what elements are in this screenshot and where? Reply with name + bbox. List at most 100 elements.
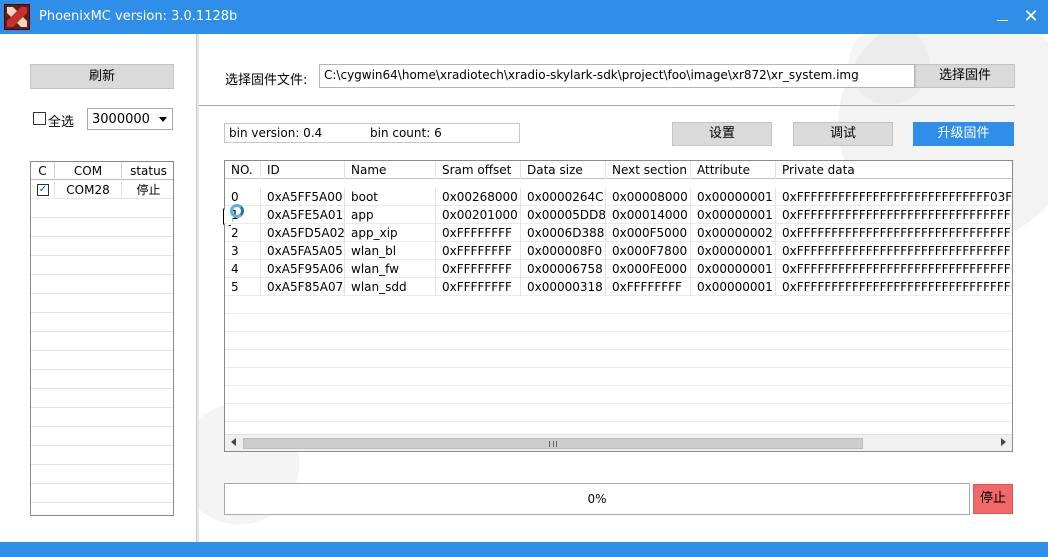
empty-row bbox=[31, 257, 173, 275]
cell-next-section: 0x000FE000 bbox=[606, 260, 691, 278]
choose-firmware-button[interactable]: 选择固件 bbox=[915, 64, 1015, 88]
cell-next-section: 0x00008000 bbox=[606, 188, 691, 206]
chevron-down-icon bbox=[159, 117, 167, 122]
table-row[interactable]: 2 0xA5FD5A02 app_xip 0xFFFFFFFF 0x0006D3… bbox=[225, 224, 1012, 242]
cell-no: 5 bbox=[225, 278, 261, 296]
bin-info-box: bin version: 0.4 bin count: 6 bbox=[224, 123, 520, 143]
col-header-private-data[interactable]: Private data bbox=[776, 161, 1012, 179]
com-port-table: C COM status ✓ COM28 停止 bbox=[30, 161, 174, 516]
empty-row bbox=[225, 314, 1012, 332]
cell-next-section: 0x00014000 bbox=[606, 206, 691, 224]
upgrade-firmware-button[interactable]: 升级固件 bbox=[913, 122, 1014, 146]
cell-no: 4 bbox=[225, 260, 261, 278]
table-row[interactable]: 3 0xA5FA5A05 wlan_bl 0xFFFFFFFF 0x000008… bbox=[225, 242, 1012, 260]
empty-row bbox=[31, 409, 173, 427]
com-row[interactable]: ✓ COM28 停止 bbox=[31, 181, 173, 199]
firmware-panel: 选择固件文件: C:\cygwin64\home\xradiotech\xrad… bbox=[199, 34, 1048, 542]
cell-data-size: 0x0000264C bbox=[521, 188, 606, 206]
cell-next-section: 0x000F5000 bbox=[606, 224, 691, 242]
col-header-id[interactable]: ID bbox=[261, 161, 345, 179]
cell-data-size: 0x00006758 bbox=[521, 260, 606, 278]
bin-version: bin version: 0.4 bbox=[229, 126, 323, 140]
upgrade-progress-bar: 0% bbox=[224, 483, 970, 515]
cell-attribute: 0x00000001 bbox=[691, 260, 776, 278]
app-logo-icon bbox=[4, 4, 30, 30]
title-bar: PhoenixMC version: 3.0.1128b ✕ bbox=[0, 0, 1048, 34]
bin-count: bin count: 6 bbox=[370, 126, 442, 140]
empty-row bbox=[31, 428, 173, 446]
busy-spinner-icon bbox=[230, 204, 244, 218]
col-header-check[interactable]: C bbox=[31, 162, 55, 180]
col-header-sram-offset[interactable]: Sram offset bbox=[436, 161, 521, 179]
col-header-name[interactable]: Name bbox=[345, 161, 436, 179]
section-divider bbox=[199, 105, 1015, 106]
empty-row bbox=[31, 238, 173, 256]
cell-no: 2 bbox=[225, 224, 261, 242]
stop-button[interactable]: 停止 bbox=[973, 484, 1013, 514]
firmware-path-field[interactable]: C:\cygwin64\home\xradiotech\xradio-skyla… bbox=[319, 64, 915, 88]
scroll-right-icon[interactable] bbox=[1001, 438, 1006, 446]
baud-rate-select[interactable]: 3000000 bbox=[87, 108, 173, 130]
com-row-checkbox[interactable]: ✓ bbox=[37, 184, 49, 196]
empty-row bbox=[31, 485, 173, 503]
empty-row bbox=[31, 447, 173, 465]
empty-row bbox=[225, 350, 1012, 368]
horizontal-scrollbar[interactable] bbox=[225, 434, 1012, 451]
cell-no: 0 bbox=[225, 188, 261, 206]
empty-row bbox=[31, 276, 173, 294]
debug-button[interactable]: 调试 bbox=[793, 122, 893, 146]
cell-data-size: 0x00000318 bbox=[521, 278, 606, 296]
col-header-no[interactable]: NO. bbox=[225, 161, 261, 179]
window-title: PhoenixMC version: 3.0.1128b bbox=[39, 9, 238, 24]
empty-row bbox=[31, 314, 173, 332]
com-row-check-cell: ✓ bbox=[31, 181, 55, 199]
cell-data-size: 0x0006D388 bbox=[521, 224, 606, 242]
cell-sram-offset: 0xFFFFFFFF bbox=[436, 278, 521, 296]
cell-next-section: 0x000F7800 bbox=[606, 242, 691, 260]
col-header-data-size[interactable]: Data size bbox=[521, 161, 606, 179]
cell-private-data: 0xFFFFFFFFFFFFFFFFFFFFFFFFFFFF03FC001 bbox=[782, 190, 1012, 204]
col-header-com[interactable]: COM bbox=[55, 162, 122, 180]
select-all-label: 全选 bbox=[48, 115, 75, 130]
cell-id: 0xA5F95A06 bbox=[261, 260, 345, 278]
cell-private-data: 0xFFFFFFFFFFFFFFFFFFFFFFFFFFFFFFFFFFFF bbox=[782, 208, 1012, 222]
cell-attribute: 0x00000001 bbox=[691, 206, 776, 224]
close-button[interactable]: ✕ bbox=[1020, 6, 1042, 28]
cell-id: 0xA5FF5A00 bbox=[261, 188, 345, 206]
col-header-status[interactable]: status bbox=[122, 162, 173, 180]
cell-sram-offset: 0xFFFFFFFF bbox=[436, 224, 521, 242]
empty-row bbox=[225, 386, 1012, 404]
firmware-file-label: 选择固件文件: bbox=[225, 73, 308, 88]
table-row[interactable]: 5 0xA5F85A07 wlan_sdd 0xFFFFFFFF 0x00000… bbox=[225, 278, 1012, 296]
table-row[interactable]: 0 0xA5FF5A00 boot 0x00268000 0x0000264C … bbox=[225, 188, 1012, 206]
empty-row bbox=[225, 296, 1012, 314]
minimize-button[interactable] bbox=[992, 6, 1014, 28]
baud-rate-value: 3000000 bbox=[92, 112, 150, 127]
cell-id: 0xA5FA5A05 bbox=[261, 242, 345, 260]
cell-private-data: 0xFFFFFFFFFFFFFFFFFFFFFFFFFFFFFFFFFFFF bbox=[782, 280, 1012, 294]
col-header-next-section[interactable]: Next section bbox=[606, 161, 691, 179]
select-all-checkbox[interactable] bbox=[33, 112, 46, 125]
empty-row bbox=[225, 368, 1012, 386]
cell-no: 3 bbox=[225, 242, 261, 260]
status-bar bbox=[0, 542, 1048, 557]
com-port-name: COM28 bbox=[55, 181, 122, 199]
cell-next-section: 0xFFFFFFFF bbox=[606, 278, 691, 296]
table-row[interactable]: 4 0xA5F95A06 wlan_fw 0xFFFFFFFF 0x000067… bbox=[225, 260, 1012, 278]
empty-row bbox=[31, 352, 173, 370]
com-table-header: C COM status bbox=[31, 162, 173, 180]
refresh-button[interactable]: 刷新 bbox=[30, 64, 174, 89]
settings-button[interactable]: 设置 bbox=[672, 122, 772, 146]
cell-attribute: 0x00000001 bbox=[691, 242, 776, 260]
table-row[interactable]: 1 0xA5FE5A01 app 0x00201000 0x00005DD8 0… bbox=[225, 206, 1012, 224]
col-header-attribute[interactable]: Attribute bbox=[691, 161, 776, 179]
cell-id: 0xA5FE5A01 bbox=[261, 206, 345, 224]
empty-row bbox=[31, 333, 173, 351]
empty-row bbox=[31, 371, 173, 389]
cell-private-data: 0xFFFFFFFFFFFFFFFFFFFFFFFFFFFFFFFFFFFF bbox=[782, 226, 1012, 240]
empty-row bbox=[31, 295, 173, 313]
progress-text: 0% bbox=[587, 492, 607, 506]
scroll-left-icon[interactable] bbox=[231, 438, 236, 446]
scrollbar-thumb[interactable] bbox=[243, 438, 863, 449]
cell-id: 0xA5F85A07 bbox=[261, 278, 345, 296]
